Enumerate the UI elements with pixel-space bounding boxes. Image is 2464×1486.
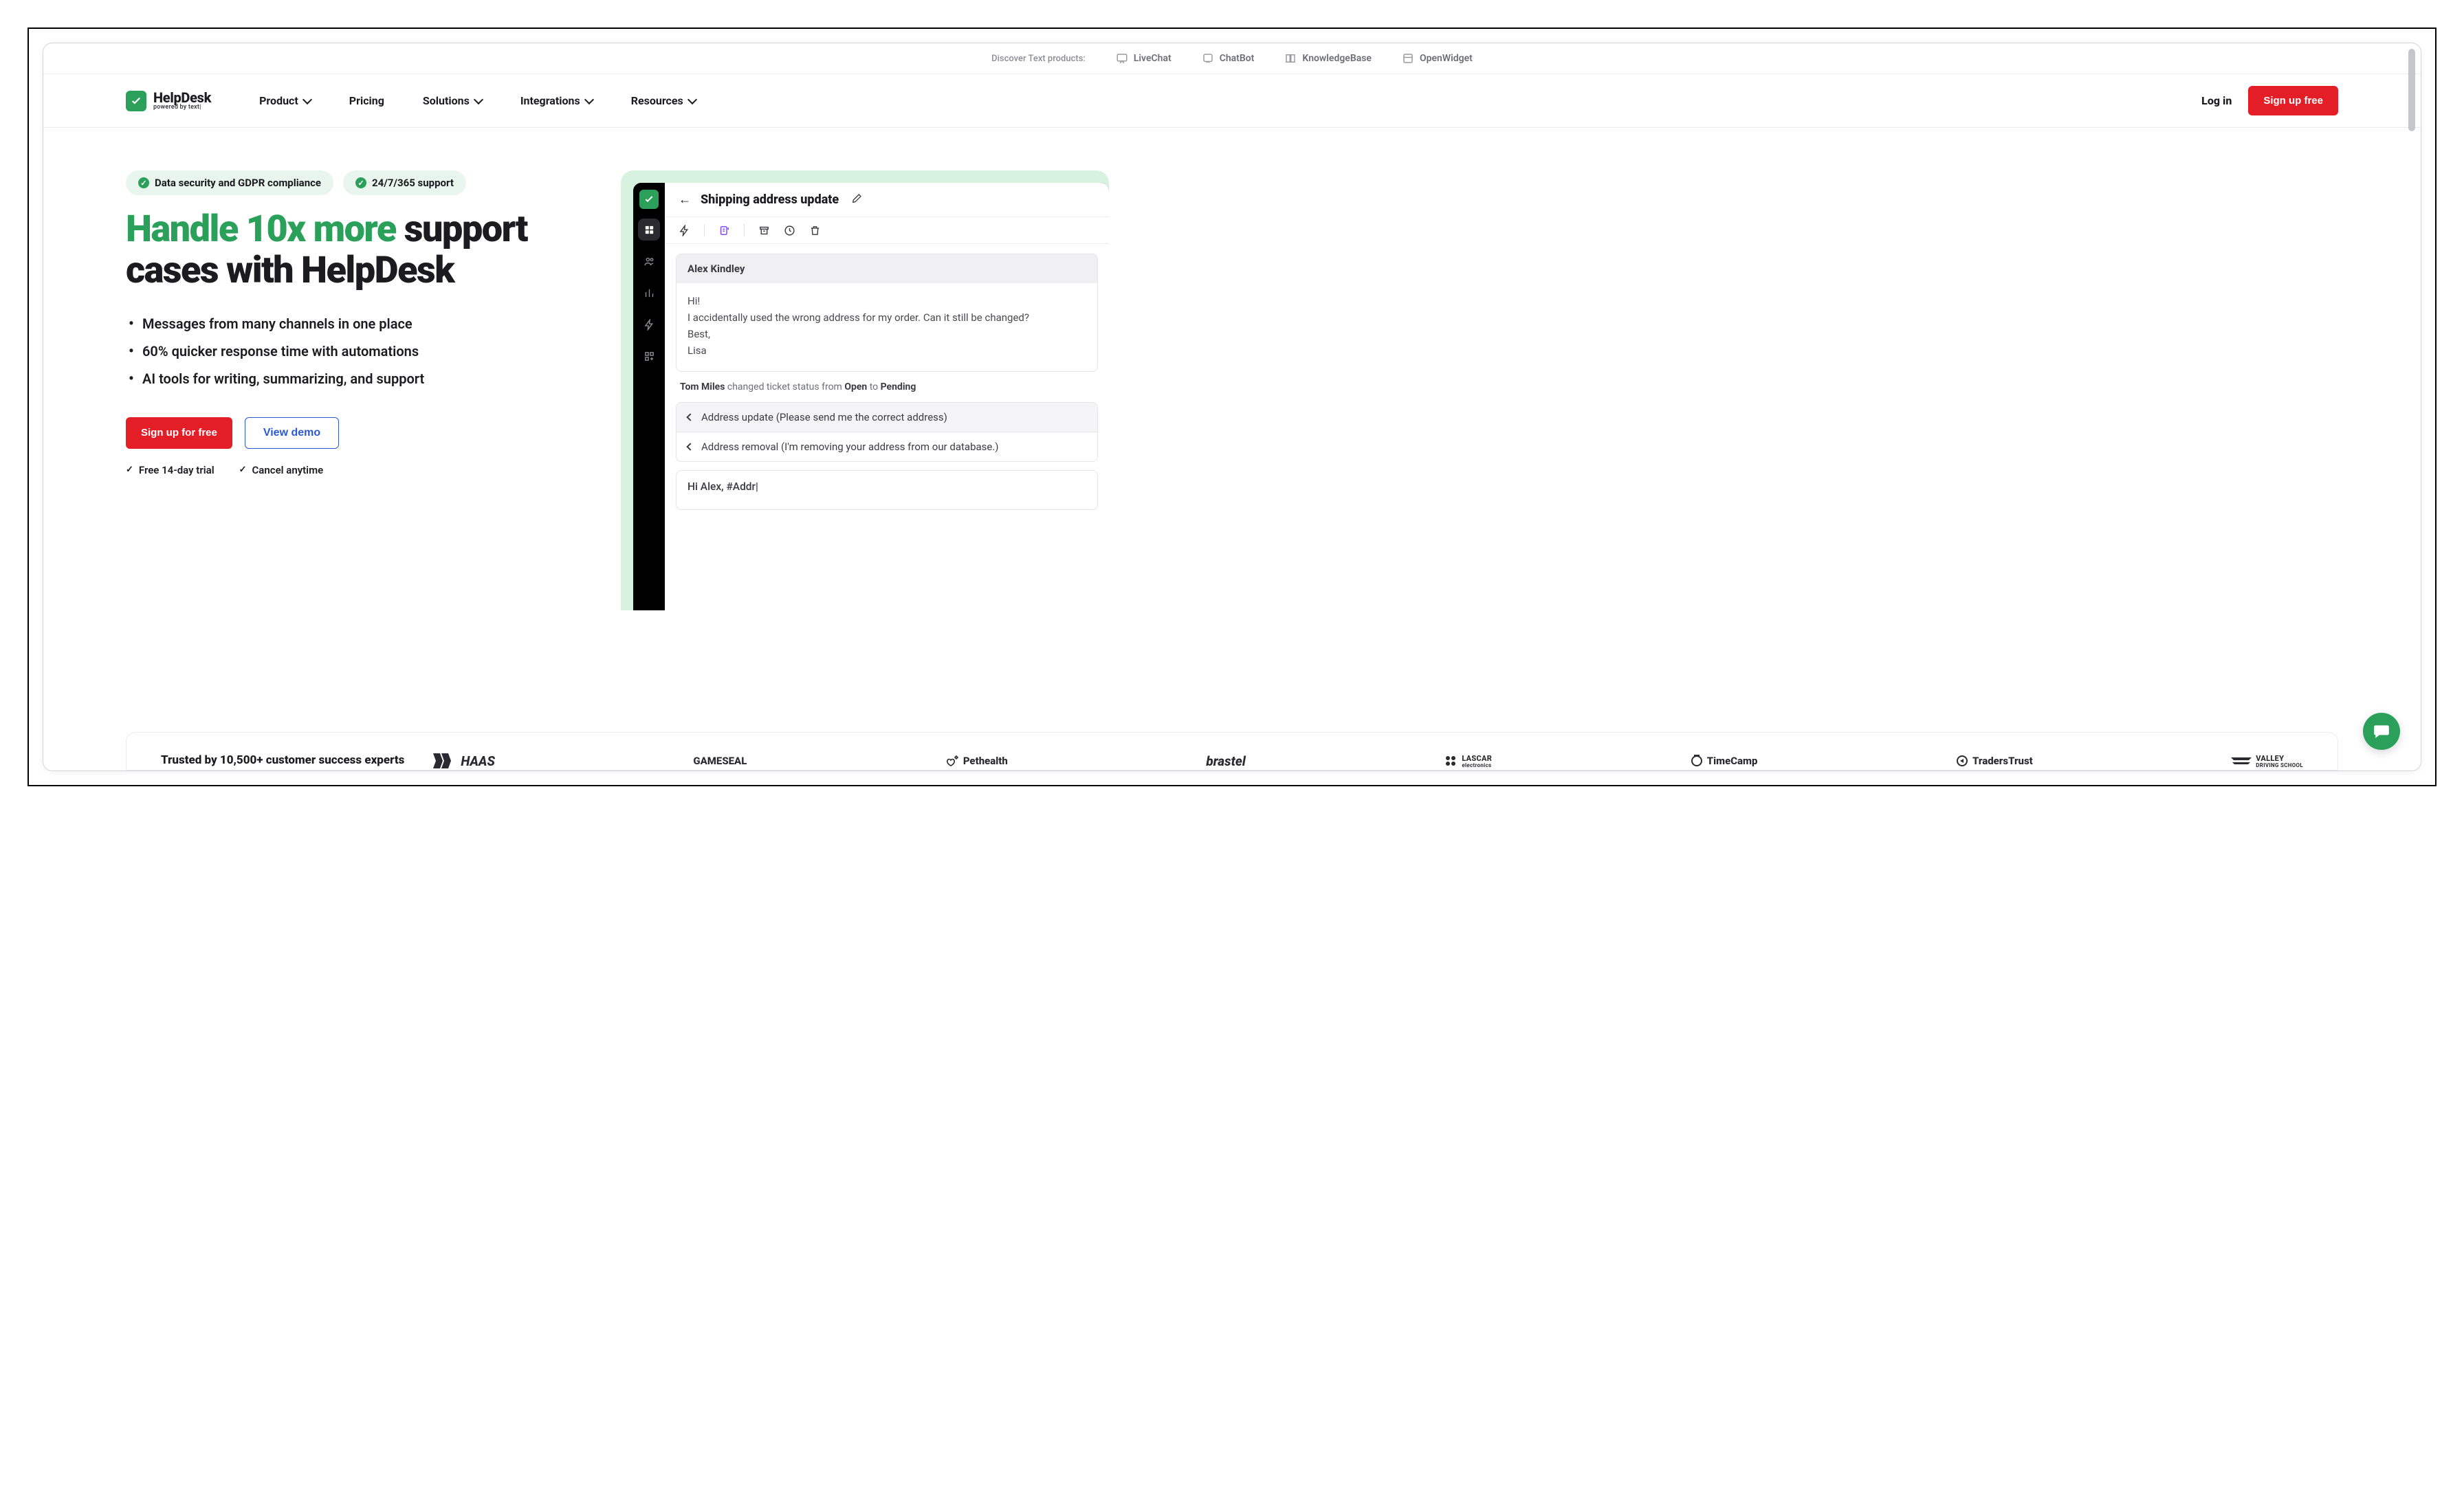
suggestion-item[interactable]: Address removal (I'm removing your addre…: [676, 432, 1097, 461]
back-arrow-icon[interactable]: ←: [679, 192, 691, 207]
trusted-logo-brastel: brastel: [1206, 753, 1246, 769]
nav-integrations[interactable]: Integrations: [520, 94, 593, 107]
chevron-down-icon: [688, 94, 697, 104]
suggestion-item[interactable]: Address update (Please send me the corre…: [676, 403, 1097, 432]
chatbot-icon: [1202, 52, 1214, 65]
tool-clock-icon[interactable]: [784, 225, 795, 236]
trusted-logo-traderstrust: TradersTrust: [1956, 755, 2033, 767]
chat-fab[interactable]: [2363, 713, 2400, 750]
compose-input[interactable]: Hi Alex, #Addr: [676, 470, 1098, 510]
disclaimer-cancel: ✓Cancel anytime: [239, 464, 324, 476]
chevron-down-icon: [474, 94, 483, 104]
login-link[interactable]: Log in: [2201, 94, 2232, 107]
chevron-left-icon: [686, 413, 694, 421]
sidebar-reports-icon[interactable]: [638, 282, 660, 304]
logo-powered: powered by text|: [153, 104, 211, 111]
check-icon: ✓: [138, 177, 149, 188]
check-icon: ✓: [126, 465, 133, 475]
hero-bullet: Messages from many channels in one place: [126, 310, 607, 337]
ticket-toolbar: [665, 217, 1109, 244]
discover-openwidget[interactable]: OpenWidget: [1402, 52, 1473, 65]
sidebar-tickets-icon[interactable]: [638, 219, 660, 241]
trusted-logo-pethealth: Pethealth: [945, 755, 1008, 767]
tool-archive-icon[interactable]: [758, 225, 770, 236]
trusted-logo-lascar: LASCARelectronics: [1444, 754, 1492, 768]
cta-signup-button[interactable]: Sign up for free: [126, 417, 232, 449]
edit-icon[interactable]: [851, 193, 862, 207]
message-body: Hi! I accidentally used the wrong addres…: [676, 283, 1097, 371]
haas-icon: [432, 752, 456, 770]
ticket-header: ← Shipping address update: [665, 183, 1109, 217]
valley-icon: [2231, 755, 2252, 767]
disclaimer-trial: ✓Free 14-day trial: [126, 464, 214, 476]
tool-bolt-icon[interactable]: [679, 225, 690, 236]
trusted-logo-timecamp: TimeCamp: [1691, 755, 1758, 767]
nav-resources[interactable]: Resources: [631, 94, 696, 107]
cta-demo-button[interactable]: View demo: [245, 417, 339, 449]
sidebar-people-icon[interactable]: [638, 250, 660, 272]
chevron-down-icon: [302, 94, 312, 104]
badge-security: ✓ Data security and GDPR compliance: [126, 170, 333, 195]
app-logo-icon: [639, 190, 659, 209]
discover-chatbot[interactable]: ChatBot: [1202, 52, 1255, 65]
logo-brand: HelpDesk: [153, 91, 211, 104]
nav-pricing[interactable]: Pricing: [349, 94, 384, 107]
sidebar-apps-icon[interactable]: [638, 345, 660, 367]
sidebar-automation-icon[interactable]: [638, 313, 660, 335]
discover-bar: Discover Text products: LiveChat ChatBot…: [43, 43, 2421, 74]
chat-icon: [2373, 722, 2390, 740]
suggestion-box: Address update (Please send me the corre…: [676, 402, 1098, 462]
chevron-left-icon: [686, 443, 694, 450]
trusted-logo-gameseal: GAMESEAL: [693, 755, 747, 767]
pethealth-icon: [945, 755, 959, 766]
hero-bullet: 60% quicker response time with automatio…: [126, 337, 607, 365]
trusted-strip: Trusted by 10,500+ customer success expe…: [126, 732, 2338, 770]
signup-button[interactable]: Sign up free: [2248, 86, 2338, 115]
nav-solutions[interactable]: Solutions: [423, 94, 482, 107]
check-icon: ✓: [355, 177, 366, 188]
trusted-text: Trusted by 10,500+ customer success expe…: [161, 753, 404, 769]
app-mock: ← Shipping address update: [621, 170, 1109, 610]
timecamp-icon: [1691, 755, 1703, 767]
knowledgebase-icon: [1284, 52, 1297, 65]
hero-bullets: Messages from many channels in one place…: [126, 310, 607, 392]
discover-livechat[interactable]: LiveChat: [1116, 52, 1172, 65]
hero-bullet: AI tools for writing, summarizing, and s…: [126, 365, 607, 392]
discover-label: Discover Text products:: [991, 54, 1086, 64]
nav-product[interactable]: Product: [259, 94, 311, 107]
message-card: Alex Kindley Hi! I accidentally used the…: [676, 254, 1098, 372]
traderstrust-icon: [1956, 755, 1968, 767]
logo[interactable]: HelpDesk powered by text|: [126, 91, 211, 111]
status-line: Tom Miles changed ticket status from Ope…: [676, 380, 1098, 402]
livechat-icon: [1116, 52, 1128, 65]
tool-trash-icon[interactable]: [809, 225, 821, 236]
message-sender: Alex Kindley: [676, 254, 1097, 283]
logo-mark-icon: [126, 91, 146, 111]
main-nav: HelpDesk powered by text| Product Pricin…: [43, 74, 2421, 128]
lascar-icon: [1444, 754, 1458, 768]
tool-ai-icon[interactable]: [718, 225, 730, 236]
discover-knowledgebase[interactable]: KnowledgeBase: [1284, 52, 1372, 65]
openwidget-icon: [1402, 52, 1414, 65]
trusted-logo-valley: VALLEYDRIVING SCHOOL: [2231, 754, 2303, 768]
ticket-title: Shipping address update: [701, 192, 839, 207]
check-icon: ✓: [239, 465, 247, 475]
hero-headline: Handle 10x more support cases with HelpD…: [126, 209, 607, 292]
app-sidebar: [633, 183, 665, 610]
chevron-down-icon: [584, 94, 594, 104]
trusted-logo-haas: HAAS: [432, 752, 495, 770]
badge-support: ✓ 24/7/365 support: [343, 170, 466, 195]
